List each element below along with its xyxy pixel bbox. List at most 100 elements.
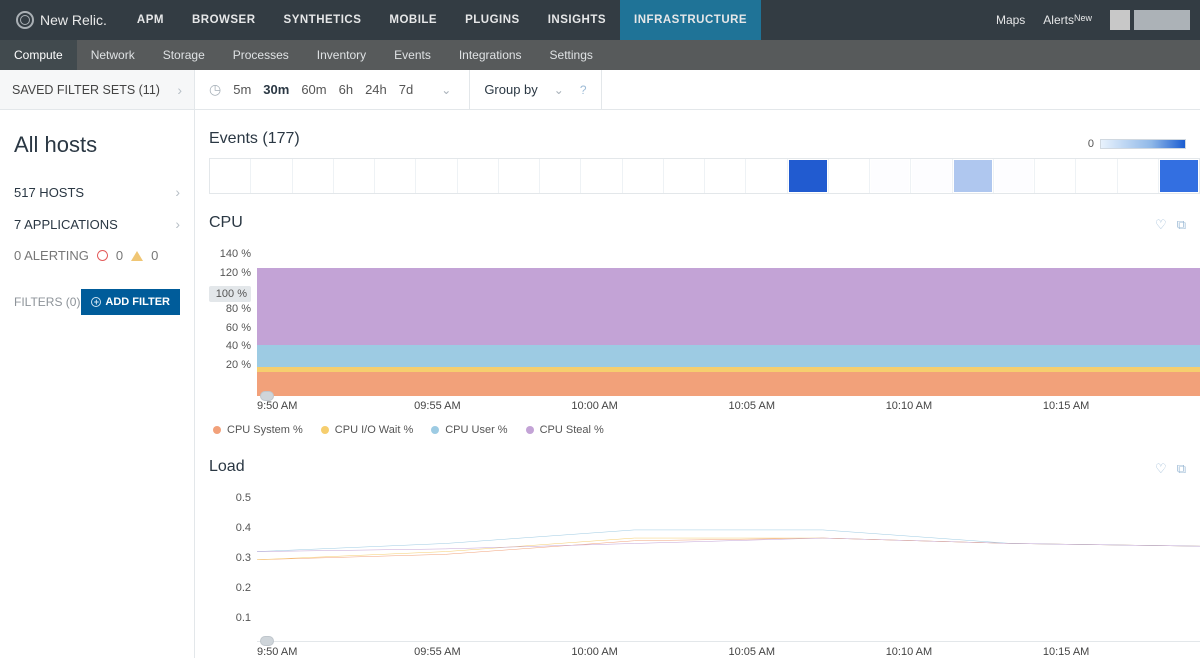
event-bucket[interactable] [623, 159, 664, 193]
brand[interactable]: New Relic. [0, 0, 123, 40]
load-line-purple [257, 538, 1200, 552]
y-tick: 120 % [209, 267, 251, 286]
bell-icon[interactable]: ♡ [1155, 461, 1167, 477]
subnav-network[interactable]: Network [77, 40, 149, 70]
event-bucket[interactable] [416, 159, 457, 193]
expand-icon[interactable]: ⧉ [1177, 461, 1186, 477]
x-tick: 09:55 AM [414, 400, 571, 412]
nav-plugins[interactable]: PLUGINS [451, 0, 534, 40]
warning-status-icon [131, 251, 143, 261]
y-tick: 20 % [209, 359, 251, 378]
x-tick: 10:10 AM [886, 400, 1043, 412]
event-bucket[interactable] [1159, 159, 1199, 193]
subnav-processes[interactable]: Processes [219, 40, 303, 70]
x-tick: 09:55 AM [414, 646, 571, 658]
chevron-down-icon[interactable]: ⌄ [437, 83, 455, 97]
nav-apm[interactable]: APM [123, 0, 178, 40]
event-bucket[interactable] [210, 159, 251, 193]
y-tick: 60 % [209, 322, 251, 341]
load-line-yellow [257, 538, 1200, 560]
time-scrubber-handle[interactable] [260, 391, 274, 401]
saved-filter-sets-row[interactable]: SAVED FILTER SETS (11) › [0, 70, 194, 110]
bell-icon[interactable]: ♡ [1155, 217, 1167, 233]
account-menu[interactable] [1110, 10, 1190, 30]
event-bucket[interactable] [293, 159, 334, 193]
event-bucket[interactable] [375, 159, 416, 193]
event-bucket[interactable] [1035, 159, 1076, 193]
legend-swatch-icon [431, 426, 439, 434]
x-tick: 10:00 AM [571, 400, 728, 412]
x-tick: 9:50 AM [257, 400, 414, 412]
subnav-storage[interactable]: Storage [149, 40, 219, 70]
event-bucket[interactable] [540, 159, 581, 193]
subnav-integrations[interactable]: Integrations [445, 40, 536, 70]
event-bucket[interactable] [581, 159, 622, 193]
nav-browser[interactable]: BROWSER [178, 0, 270, 40]
chevron-down-icon: ⌄ [550, 83, 568, 97]
time-window-6h[interactable]: 6h [339, 82, 353, 97]
load-chart[interactable]: 0.50.40.30.20.1 [209, 492, 1200, 642]
x-tick: 10:15 AM [1043, 400, 1200, 412]
cpu-layer-cpusystem [257, 372, 1200, 396]
chevron-right-icon: › [175, 216, 180, 232]
time-window-picker: ◷ 5m30m60m6h24h7d ⌄ [195, 70, 470, 109]
sidebar-apps-row[interactable]: 7 APPLICATIONS › [14, 208, 180, 240]
nav-mobile[interactable]: MOBILE [375, 0, 451, 40]
chevron-right-icon: › [177, 82, 182, 98]
group-by-picker[interactable]: Group by ⌄ ? [470, 70, 601, 109]
event-bucket[interactable] [458, 159, 499, 193]
help-icon[interactable]: ? [580, 83, 587, 97]
subnav-events[interactable]: Events [380, 40, 445, 70]
time-scrubber-handle[interactable] [260, 636, 274, 646]
event-bucket[interactable] [705, 159, 746, 193]
event-bucket[interactable] [994, 159, 1035, 193]
event-bucket[interactable] [499, 159, 540, 193]
y-tick: 0.5 [209, 492, 251, 522]
account-name-redacted [1134, 10, 1190, 30]
time-window-24h[interactable]: 24h [365, 82, 387, 97]
add-filter-button[interactable]: + ADD FILTER [81, 289, 180, 315]
event-bucket[interactable] [746, 159, 787, 193]
time-window-7d[interactable]: 7d [399, 82, 413, 97]
cpu-legend: CPU System % CPU I/O Wait % CPU User % C… [213, 424, 1200, 436]
sidebar-alerting-row: 0 ALERTING 0 0 [14, 240, 180, 271]
plus-circle-icon: + [91, 297, 101, 307]
event-bucket[interactable] [251, 159, 292, 193]
event-bucket[interactable] [953, 159, 994, 193]
nav-insights[interactable]: INSIGHTS [534, 0, 620, 40]
y-tick: 0.4 [209, 522, 251, 552]
brand-icon [16, 11, 34, 29]
subnav-inventory[interactable]: Inventory [303, 40, 380, 70]
top-right: Maps AlertsNew [996, 0, 1200, 40]
top-bar: New Relic. APMBROWSERSYNTHETICSMOBILEPLU… [0, 0, 1200, 40]
subnav-compute[interactable]: Compute [0, 40, 77, 70]
x-tick: 9:50 AM [257, 646, 414, 658]
nav-alerts[interactable]: AlertsNew [1043, 13, 1092, 27]
cpu-layer-cpusteal [257, 268, 1200, 346]
event-bucket[interactable] [1076, 159, 1117, 193]
expand-icon[interactable]: ⧉ [1177, 217, 1186, 233]
cpu-layer-cpuuser [257, 345, 1200, 366]
event-bucket[interactable] [664, 159, 705, 193]
event-bucket[interactable] [870, 159, 911, 193]
nav-infrastructure[interactable]: INFRASTRUCTURE [620, 0, 761, 40]
cpu-chart[interactable]: 140 %120 %100 %80 %60 %40 %20 % [209, 248, 1200, 396]
event-bucket[interactable] [829, 159, 870, 193]
time-window-30m[interactable]: 30m [263, 82, 289, 97]
brand-text: New Relic. [40, 12, 107, 28]
time-window-60m[interactable]: 60m [301, 82, 326, 97]
nav-maps[interactable]: Maps [996, 13, 1025, 27]
sidebar-hosts-row[interactable]: 517 HOSTS › [14, 176, 180, 208]
legend-swatch-icon [526, 426, 534, 434]
y-tick: 40 % [209, 340, 251, 359]
time-window-5m[interactable]: 5m [233, 82, 251, 97]
x-tick: 10:05 AM [729, 400, 886, 412]
event-bucket[interactable] [334, 159, 375, 193]
subnav-settings[interactable]: Settings [536, 40, 607, 70]
events-timeline[interactable]: 0 [209, 158, 1200, 194]
event-bucket[interactable] [911, 159, 952, 193]
nav-synthetics[interactable]: SYNTHETICS [270, 0, 376, 40]
event-bucket[interactable] [1118, 159, 1159, 193]
load-line-orange [257, 538, 1200, 560]
event-bucket[interactable] [788, 159, 829, 193]
